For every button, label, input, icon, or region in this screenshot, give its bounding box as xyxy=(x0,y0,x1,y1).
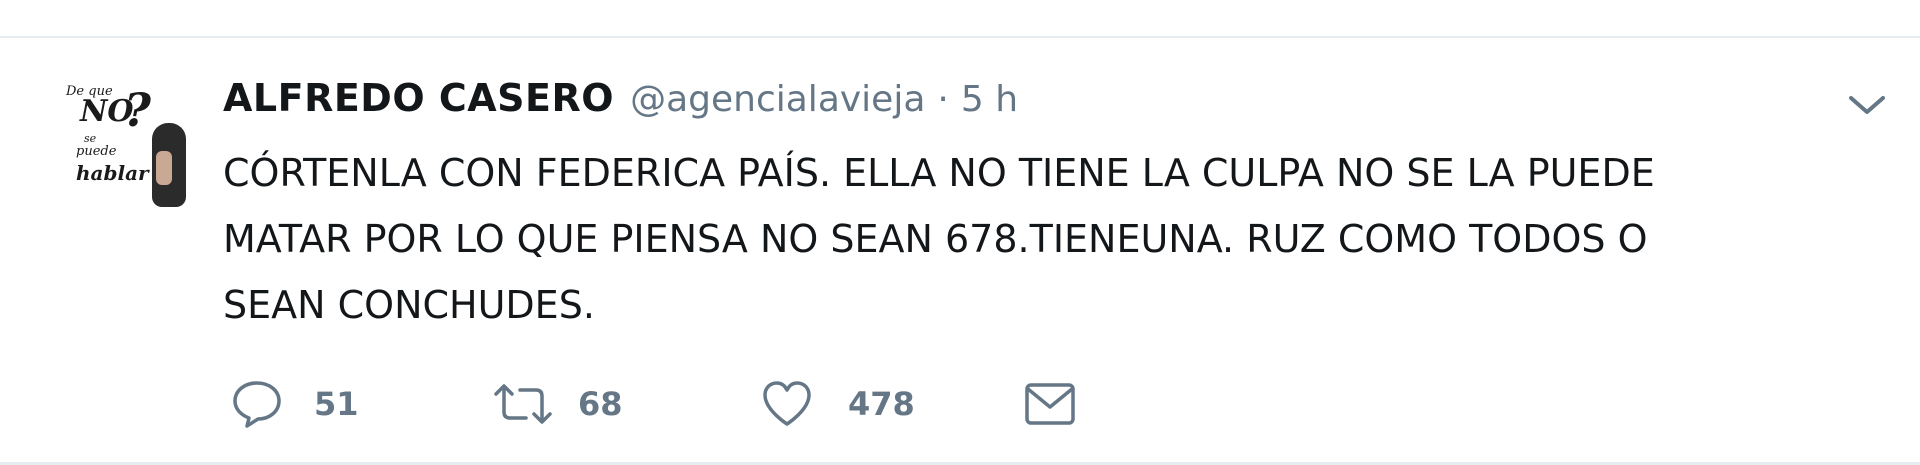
avatar-portrait xyxy=(152,123,186,207)
reply-count: 51 xyxy=(314,385,359,423)
tweet-text: CÓRTENLA CON FEDERICA PAÍS. ELLA NO TIEN… xyxy=(223,151,1655,327)
retweet-icon xyxy=(492,378,554,430)
envelope-icon xyxy=(1022,379,1078,429)
retweet-count: 68 xyxy=(578,385,623,423)
retweet-button[interactable]: 68 xyxy=(492,376,623,432)
avatar-line-4: puede xyxy=(76,144,117,159)
like-count: 478 xyxy=(848,385,915,423)
chevron-down-icon xyxy=(1845,90,1889,120)
top-divider xyxy=(0,0,1920,38)
avatar-line-5: hablar xyxy=(76,161,149,185)
tweet-actions: 51 68 478 xyxy=(230,376,1130,432)
separator-dot: · xyxy=(937,79,949,120)
avatar-line-3: se xyxy=(84,132,97,145)
heart-icon xyxy=(760,378,814,430)
more-options-button[interactable] xyxy=(1845,90,1889,120)
tweet-header: ALFREDO CASERO @agencialavieja · 5 h xyxy=(223,76,1018,126)
avatar[interactable]: De que NO ? se puede hablar xyxy=(58,85,192,219)
reply-icon xyxy=(230,378,284,430)
like-button[interactable]: 478 xyxy=(760,376,915,432)
author-handle[interactable]: @agencialavieja xyxy=(630,79,925,120)
avatar-question-mark: ? xyxy=(124,85,151,137)
tweet-timestamp[interactable]: 5 h xyxy=(961,79,1018,120)
direct-message-button[interactable] xyxy=(1022,376,1078,432)
reply-button[interactable]: 51 xyxy=(230,376,359,432)
author-name[interactable]: ALFREDO CASERO xyxy=(223,76,614,120)
